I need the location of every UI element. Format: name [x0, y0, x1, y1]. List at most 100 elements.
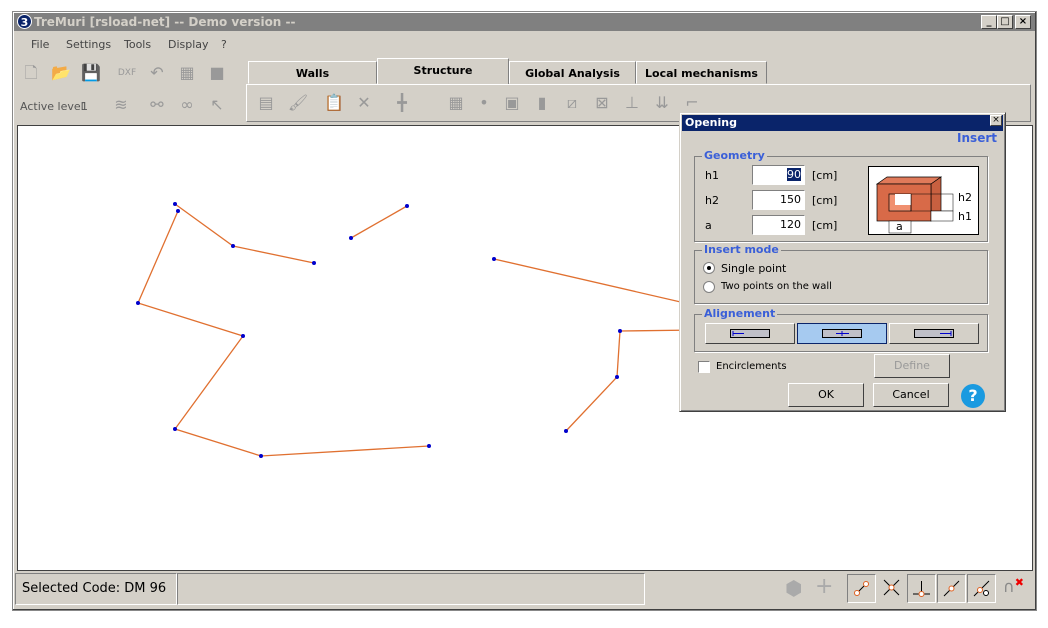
node — [492, 257, 496, 261]
wall-line — [493, 258, 699, 307]
dxf-import-icon[interactable]: DXF — [116, 62, 138, 84]
opening-dialog: Opening × Insert Geometry h1 90 [cm] h2 … — [679, 112, 1006, 412]
align-left-button[interactable] — [705, 323, 795, 344]
dialog-mode-label: Insert — [957, 131, 997, 145]
levels-3d-icon[interactable]: ■ — [206, 62, 228, 84]
tab-local-mechanisms[interactable]: Local mechanisms — [636, 61, 767, 84]
ok-button[interactable]: OK — [788, 383, 864, 407]
snap-intersection-button[interactable] — [877, 574, 906, 603]
define-button[interactable]: Define — [874, 354, 950, 378]
h2-input[interactable]: 150 — [752, 190, 805, 210]
node — [176, 209, 180, 213]
delete-icon[interactable]: ✕ — [353, 92, 375, 114]
open-folder-icon[interactable]: 📂 — [50, 62, 72, 84]
loads-icon[interactable]: ⇊ — [651, 92, 673, 114]
snap-perpendicular-button[interactable] — [907, 574, 936, 603]
node — [427, 444, 431, 448]
menu-display[interactable]: Display — [168, 38, 209, 51]
diagram-h1-label: h1 — [958, 210, 972, 223]
pointer-icon[interactable]: ↖ — [206, 94, 228, 116]
maximize-button[interactable]: □ — [997, 15, 1013, 29]
cancel-button[interactable]: Cancel — [873, 383, 949, 407]
column-icon[interactable]: ╋ — [391, 92, 413, 114]
snap-midpoint-button[interactable] — [937, 574, 966, 603]
align-center-button[interactable] — [797, 323, 887, 344]
layers-icon[interactable]: ≋ — [110, 94, 132, 116]
clear-snaps-icon[interactable]: ∩✖ — [1003, 576, 1024, 596]
window-title: TreMuri [rsload-net] -- Demo version -- — [34, 15, 296, 29]
binoculars-icon[interactable]: ⚯ — [146, 94, 168, 116]
menu-settings[interactable]: Settings — [66, 38, 111, 51]
node — [173, 202, 177, 206]
h1-unit: [cm] — [812, 169, 838, 182]
cube-icon[interactable]: ⬢ — [785, 576, 802, 600]
opening-diagram: h2 h1 a — [868, 166, 979, 235]
undo-icon[interactable]: ↶ — [146, 62, 168, 84]
new-file-icon[interactable]: 🗋 — [20, 62, 42, 84]
pillar-icon[interactable]: ▮ — [531, 92, 553, 114]
a-input[interactable]: 120 — [752, 215, 805, 235]
node — [312, 261, 316, 265]
node — [615, 375, 619, 379]
close-button[interactable]: × — [1015, 15, 1031, 29]
single-point-label[interactable]: Single point — [721, 262, 786, 275]
wall-line — [137, 210, 430, 457]
node — [173, 427, 177, 431]
node — [259, 454, 263, 458]
menu-file[interactable]: File — [31, 38, 49, 51]
dialog-title: Opening — [685, 116, 737, 129]
a-unit: [cm] — [812, 219, 838, 232]
add-element-icon[interactable]: + — [815, 574, 833, 599]
encirclements-checkbox[interactable] — [698, 361, 710, 373]
h2-label: h2 — [705, 194, 719, 207]
node-icon[interactable]: • — [473, 92, 495, 114]
diagram-h2-label: h2 — [958, 191, 972, 204]
wall-line — [174, 203, 315, 264]
save-icon[interactable]: 💾 — [80, 62, 102, 84]
dialog-title-bar: Opening — [682, 115, 1003, 131]
stairs-icon[interactable]: ⌐ — [681, 92, 703, 114]
node — [564, 429, 568, 433]
single-point-radio[interactable] — [703, 262, 715, 274]
diagram-a-label: a — [896, 220, 903, 233]
brush-icon[interactable]: 🖌 — [287, 92, 309, 114]
active-level-value: 1 — [81, 100, 88, 113]
paste-icon[interactable]: 📋 — [323, 92, 345, 114]
insert-mode-label: Insert mode — [702, 243, 781, 256]
node — [349, 236, 353, 240]
app-icon: 3 — [17, 14, 32, 29]
align-right-button[interactable] — [889, 323, 979, 344]
snap-nearest-button[interactable] — [967, 574, 996, 603]
h1-input[interactable]: 90 — [752, 165, 805, 185]
node — [241, 334, 245, 338]
title-bar: TreMuri [rsload-net] -- Demo version -- — [14, 13, 1035, 31]
glasses-icon[interactable]: ∞ — [176, 94, 198, 116]
status-selected-code: Selected Code: DM 96 — [15, 573, 177, 605]
beam-icon[interactable]: ⧄ — [561, 92, 583, 114]
encirclements-label[interactable]: Encirclements — [716, 361, 787, 372]
dialog-close-button[interactable]: × — [990, 115, 1002, 126]
node — [231, 244, 235, 248]
panel-icon[interactable]: ▤ — [255, 92, 277, 114]
snap-endpoint-button[interactable] — [847, 574, 876, 603]
wall-line — [350, 205, 408, 239]
menu-help[interactable]: ? — [221, 38, 227, 51]
wall-icon[interactable]: ▦ — [445, 92, 467, 114]
floor-icon[interactable]: ⊠ — [591, 92, 613, 114]
menu-tools[interactable]: Tools — [124, 38, 151, 51]
grid-icon[interactable]: ▦ — [176, 62, 198, 84]
node — [405, 204, 409, 208]
two-points-label[interactable]: Two points on the wall — [721, 281, 832, 292]
tab-global-analysis[interactable]: Global Analysis — [509, 61, 636, 84]
opening-icon[interactable]: ▣ — [501, 92, 523, 114]
tab-walls[interactable]: Walls — [248, 61, 377, 84]
node — [136, 301, 140, 305]
tab-structure[interactable]: Structure — [377, 58, 509, 85]
two-points-radio[interactable] — [703, 281, 715, 293]
insert-mode-group — [694, 250, 988, 304]
a-label: a — [705, 219, 712, 232]
foundation-icon[interactable]: ⊥ — [621, 92, 643, 114]
help-icon[interactable]: ? — [961, 384, 985, 408]
h2-unit: [cm] — [812, 194, 838, 207]
minimize-button[interactable]: _ — [981, 15, 997, 29]
